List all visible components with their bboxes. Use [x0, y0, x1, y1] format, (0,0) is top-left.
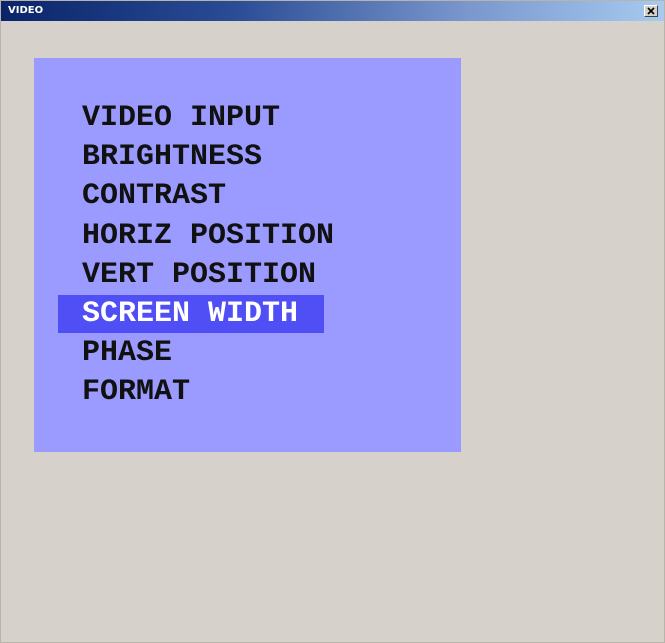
window-titlebar[interactable]: VIDEO [1, 1, 664, 21]
menu-item-brightness[interactable]: BRIGHTNESS [58, 138, 288, 176]
menu-item-vert-position[interactable]: VERT POSITION [58, 256, 342, 294]
menu-item-contrast[interactable]: CONTRAST [58, 177, 252, 215]
close-button[interactable] [644, 5, 658, 17]
osd-menu-panel: VIDEO INPUT BRIGHTNESS CONTRAST HORIZ PO… [34, 58, 461, 452]
window-title: VIDEO [8, 5, 44, 16]
menu-item-phase[interactable]: PHASE [58, 334, 198, 372]
menu-item-video-input[interactable]: VIDEO INPUT [58, 99, 306, 137]
menu-item-format[interactable]: FORMAT [58, 373, 216, 411]
close-icon [647, 7, 655, 15]
menu-item-horiz-position[interactable]: HORIZ POSITION [58, 217, 360, 255]
menu-item-screen-width[interactable]: SCREEN WIDTH [58, 295, 325, 333]
video-window: VIDEO VIDEO INPUT BRIGHTNESS CONTRAST HO… [0, 0, 665, 643]
